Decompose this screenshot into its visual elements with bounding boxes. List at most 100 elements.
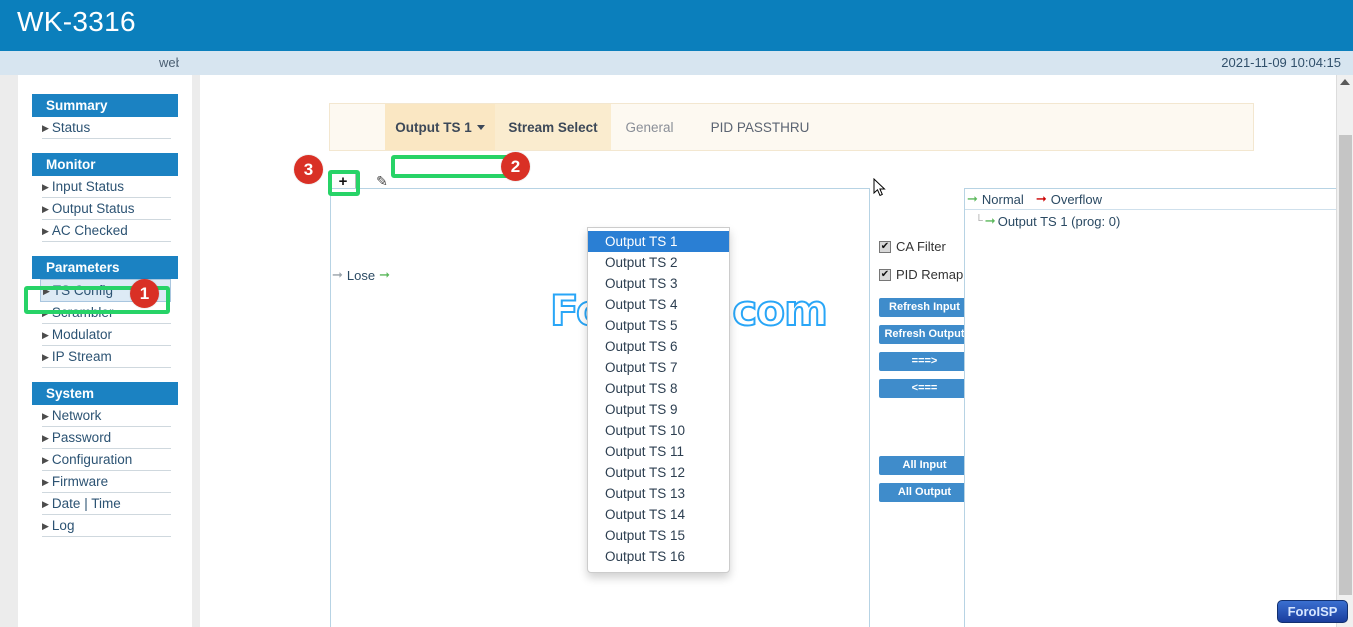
- refresh-input-button[interactable]: Refresh Input: [879, 298, 970, 317]
- all-input-button[interactable]: All Input: [879, 456, 970, 475]
- refresh-output-button[interactable]: Refresh Output: [879, 325, 970, 344]
- sidebar-item-modulator[interactable]: ▶Modulator: [42, 324, 171, 346]
- annotation-badge-3: 3: [294, 155, 323, 184]
- sidebar-item-label: Network: [52, 408, 102, 423]
- annotation-badge-1: 1: [130, 279, 159, 308]
- transfer-button-group: Refresh Input Refresh Output ===> <===: [873, 298, 975, 398]
- annotation-badge-2: 2: [501, 152, 530, 181]
- tab-output-ts-selector[interactable]: Output TS 1: [385, 104, 495, 150]
- tab-label: PID PASSTHRU: [711, 120, 810, 135]
- triangle-right-icon: ▶: [42, 433, 49, 443]
- output-row-label: Output TS 1 (prog: 0): [998, 214, 1121, 229]
- dropdown-item-output-ts-8[interactable]: Output TS 8: [588, 378, 729, 399]
- ca-filter-checkbox[interactable]: ✔: [879, 241, 891, 253]
- dropdown-item-output-ts-7[interactable]: Output TS 7: [588, 357, 729, 378]
- chevron-down-icon: [477, 125, 485, 130]
- sidebar-item-label: Output Status: [52, 201, 135, 216]
- output-ts-dropdown-menu: Output TS 1 Output TS 2 Output TS 3 Outp…: [587, 227, 730, 573]
- arrow-green-icon: ➞: [985, 213, 996, 229]
- sidebar-group-parameters: Parameters ▶TS Config ▶Scrambler ▶Modula…: [18, 256, 192, 368]
- tab-pid-passthru[interactable]: PID PASSTHRU: [688, 104, 832, 150]
- dropdown-item-output-ts-14[interactable]: Output TS 14: [588, 504, 729, 525]
- triangle-right-icon: ▶: [42, 499, 49, 509]
- sidebar-item-network[interactable]: ▶Network: [42, 405, 171, 427]
- sidebar-item-ip-stream[interactable]: ▶IP Stream: [42, 346, 171, 368]
- sidebar-item-ac-checked[interactable]: ▶AC Checked: [42, 220, 171, 242]
- tab-bar: Output TS 1 Stream Select General PID PA…: [329, 103, 1254, 151]
- pid-remap-checkbox[interactable]: ✔: [879, 269, 891, 281]
- sidebar-item-label: Log: [52, 518, 75, 533]
- sidebar: Summary ▶Status Monitor ▶Input Status ▶O…: [18, 75, 192, 627]
- timestamp: 2021-11-09 10:04:15: [1221, 55, 1341, 70]
- status-bar: web 2021-11-09 10:04:15: [0, 50, 1353, 75]
- bulk-button-group: All Input All Output: [873, 456, 975, 502]
- all-output-button[interactable]: All Output: [879, 483, 970, 502]
- pid-remap-label: PID Remap: [896, 267, 963, 282]
- sidebar-item-configuration[interactable]: ▶Configuration: [42, 449, 171, 471]
- scrollbar-thumb[interactable]: [1339, 135, 1352, 595]
- move-left-button[interactable]: <===: [879, 379, 970, 398]
- dropdown-item-output-ts-12[interactable]: Output TS 12: [588, 462, 729, 483]
- arrow-red-icon: ➞: [1036, 191, 1047, 207]
- dropdown-item-output-ts-3[interactable]: Output TS 3: [588, 273, 729, 294]
- tab-label: Stream Select: [508, 120, 597, 135]
- main-content: Output TS 1 Stream Select General PID PA…: [200, 75, 1333, 627]
- sidebar-item-label: TS Config: [53, 283, 113, 298]
- output-tree-row[interactable]: └ ➞ Output TS 1 (prog: 0): [965, 210, 1345, 232]
- dropdown-item-output-ts-10[interactable]: Output TS 10: [588, 420, 729, 441]
- sidebar-section-system: System: [32, 382, 178, 405]
- triangle-right-icon: ▶: [42, 226, 49, 236]
- sidebar-group-system: System ▶Network ▶Password ▶Configuration…: [18, 382, 192, 537]
- sidebar-item-label: Input Status: [52, 179, 124, 194]
- dropdown-item-output-ts-11[interactable]: Output TS 11: [588, 441, 729, 462]
- vertical-scrollbar[interactable]: [1336, 75, 1353, 627]
- sidebar-item-label: IP Stream: [52, 349, 112, 364]
- tab-general[interactable]: General: [611, 104, 688, 150]
- pid-remap-row[interactable]: ✔ PID Remap: [879, 267, 975, 282]
- sidebar-item-output-status[interactable]: ▶Output Status: [42, 198, 171, 220]
- sidebar-item-label: Firmware: [52, 474, 108, 489]
- triangle-right-icon: ▶: [43, 286, 50, 296]
- triangle-right-icon: ▶: [42, 411, 49, 421]
- sidebar-item-firmware[interactable]: ▶Firmware: [42, 471, 171, 493]
- tab-label: General: [625, 120, 673, 135]
- sidebar-item-status[interactable]: ▶Status: [42, 117, 171, 139]
- dropdown-item-output-ts-6[interactable]: Output TS 6: [588, 336, 729, 357]
- sidebar-item-label: Password: [52, 430, 111, 445]
- scroll-up-arrow-icon[interactable]: [1340, 79, 1350, 85]
- legend-normal-label: Normal: [982, 192, 1024, 207]
- dropdown-item-output-ts-2[interactable]: Output TS 2: [588, 252, 729, 273]
- ca-filter-row[interactable]: ✔ CA Filter: [879, 239, 975, 254]
- dropdown-item-output-ts-5[interactable]: Output TS 5: [588, 315, 729, 336]
- device-title: WK-3316: [17, 6, 136, 38]
- dropdown-item-output-ts-9[interactable]: Output TS 9: [588, 399, 729, 420]
- sidebar-item-label: Status: [52, 120, 90, 135]
- dropdown-item-output-ts-1[interactable]: Output TS 1: [588, 231, 729, 252]
- triangle-right-icon: ▶: [42, 123, 49, 133]
- move-right-button[interactable]: ===>: [879, 352, 970, 371]
- dropdown-item-output-ts-16[interactable]: Output TS 16: [588, 546, 729, 567]
- sidebar-item-date-time[interactable]: ▶Date | Time: [42, 493, 171, 515]
- triangle-right-icon: ▶: [42, 352, 49, 362]
- foroisp-watermark-badge: ForoISP: [1277, 600, 1348, 623]
- tab-stream-select[interactable]: Stream Select: [495, 104, 611, 150]
- sidebar-right-gutter: [192, 75, 200, 627]
- application-window: WK-3316 web 2021-11-09 10:04:15 Summary …: [0, 0, 1353, 627]
- dropdown-item-output-ts-15[interactable]: Output TS 15: [588, 525, 729, 546]
- dropdown-item-output-ts-13[interactable]: Output TS 13: [588, 483, 729, 504]
- sidebar-item-log[interactable]: ▶Log: [42, 515, 171, 537]
- welcome-text: web: [159, 55, 179, 70]
- app-header: WK-3316: [0, 0, 1353, 50]
- left-gutter: [0, 75, 18, 627]
- sidebar-item-password[interactable]: ▶Password: [42, 427, 171, 449]
- sidebar-item-label: Scrambler: [52, 305, 114, 320]
- sidebar-item-label: Date | Time: [52, 496, 121, 511]
- sidebar-item-input-status[interactable]: ▶Input Status: [42, 176, 171, 198]
- sidebar-item-label: Configuration: [52, 452, 132, 467]
- input-legend: ➞ Lose ➞: [332, 267, 390, 283]
- arrow-green-icon: ➞: [967, 191, 978, 207]
- sidebar-group-monitor: Monitor ▶Input Status ▶Output Status ▶AC…: [18, 153, 192, 242]
- triangle-right-icon: ▶: [42, 330, 49, 340]
- triangle-right-icon: ▶: [42, 308, 49, 318]
- dropdown-item-output-ts-4[interactable]: Output TS 4: [588, 294, 729, 315]
